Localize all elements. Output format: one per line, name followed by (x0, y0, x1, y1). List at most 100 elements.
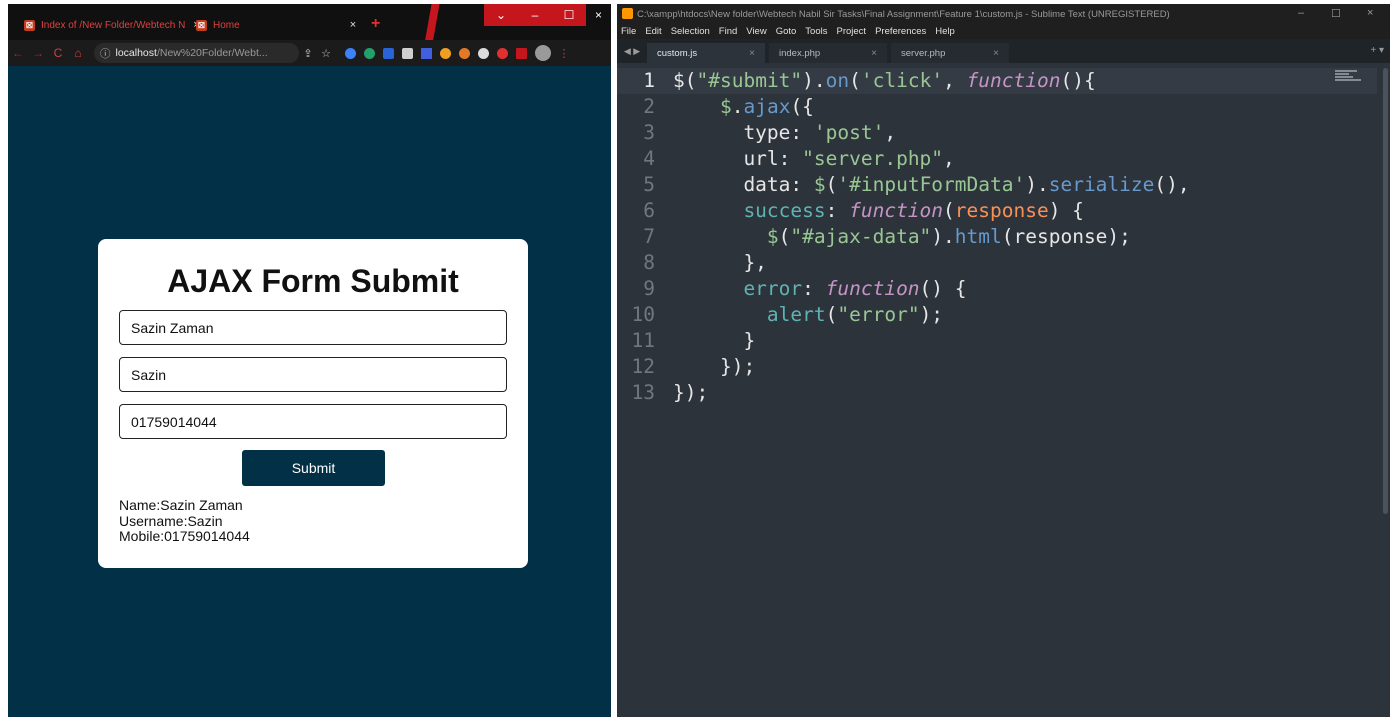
menu-help[interactable]: Help (935, 26, 955, 37)
minimize-button[interactable]: – (518, 4, 552, 26)
code-line[interactable]: 4 url: "server.php", (617, 146, 1377, 172)
address-path: /New%20Folder/Webt... (156, 47, 268, 59)
code-token: ) { (1048, 199, 1084, 222)
tab-index-php[interactable]: index.php × (769, 43, 887, 63)
code-text: }); (655, 354, 755, 380)
code-token: data (673, 173, 791, 196)
code-token: }); (673, 355, 756, 378)
avatar[interactable] (535, 45, 551, 61)
tab-label: custom.js (657, 47, 698, 59)
extension-icon[interactable] (402, 47, 413, 59)
code-token: $ (766, 225, 779, 248)
code-line[interactable]: 7 $("#ajax-data").html(response); (617, 224, 1377, 250)
mobile-field[interactable] (119, 404, 507, 439)
tab-label: index.php (779, 47, 821, 59)
code-line[interactable]: 9 error: function() { (617, 276, 1377, 302)
code-token: $ (813, 173, 826, 196)
extension-icon[interactable] (383, 47, 394, 59)
menu-find[interactable]: Find (719, 26, 737, 37)
code-token: $ (719, 95, 732, 118)
menu-tools[interactable]: Tools (805, 26, 827, 37)
tab-close-icon[interactable]: × (350, 19, 356, 31)
tab-close-icon[interactable]: × (871, 48, 877, 59)
home-button[interactable]: ⌂ (68, 46, 88, 60)
code-token: ). (802, 69, 826, 92)
tab-home[interactable]: ☒ Home × (196, 14, 356, 36)
site-info-icon[interactable]: ⓘ (100, 46, 111, 61)
code-line[interactable]: 12 }); (617, 354, 1377, 380)
code-text: url: "server.php", (655, 146, 954, 172)
tab-search-button[interactable]: ⌄ (484, 4, 518, 26)
extension-icon[interactable] (478, 47, 489, 59)
share-icon[interactable]: ⇪ (299, 47, 317, 60)
minimap[interactable] (1335, 70, 1363, 86)
editor-close-button[interactable]: × (1367, 7, 1373, 19)
xampp-favicon-icon: ☒ (24, 19, 35, 31)
address-host: localhost (115, 47, 157, 59)
tab-custom-js[interactable]: custom.js × (647, 43, 765, 63)
code-line[interactable]: 6 success: function(response) { (617, 198, 1377, 224)
extension-icon[interactable] (364, 47, 375, 59)
code-line[interactable]: 8 }, (617, 250, 1377, 276)
code-line[interactable]: 1 $("#submit").on('click', function(){ (617, 68, 1377, 94)
code-text: data: $('#inputFormData').serialize(), (655, 172, 1190, 198)
back-button[interactable]: ← (8, 46, 28, 60)
code-token: ( (849, 69, 861, 92)
extension-icon[interactable] (440, 47, 451, 59)
menu-preferences[interactable]: Preferences (875, 26, 926, 37)
menu-view[interactable]: View (746, 26, 766, 37)
bookmark-star-icon[interactable]: ☆ (317, 47, 335, 60)
maximize-button[interactable]: ☐ (552, 4, 586, 26)
tab-server-php[interactable]: server.php × (891, 43, 1009, 63)
code-token: ). (931, 225, 955, 248)
menu-goto[interactable]: Goto (776, 26, 797, 37)
line-number: 5 (643, 173, 655, 196)
extension-icon[interactable] (421, 47, 432, 59)
menu-project[interactable]: Project (836, 26, 866, 37)
name-field[interactable] (119, 310, 507, 345)
extension-icon[interactable] (497, 47, 508, 59)
tab-close-icon[interactable]: × (993, 48, 999, 59)
code-line[interactable]: 3 type: 'post', (617, 120, 1377, 146)
code-token: (), (1154, 173, 1190, 196)
vertical-scrollbar[interactable] (1383, 68, 1388, 514)
extension-icon[interactable] (345, 47, 356, 59)
code-line[interactable]: 5 data: $('#inputFormData').serialize(), (617, 172, 1377, 198)
line-number: 2 (643, 95, 655, 118)
code-token: html (954, 225, 1002, 248)
code-text: type: 'post', (655, 120, 896, 146)
editor-minimize-button[interactable]: – (1298, 7, 1304, 19)
line-number: 6 (643, 199, 655, 222)
menu-edit[interactable]: Edit (645, 26, 661, 37)
address-bar[interactable]: ⓘ localhost /New%20Folder/Webt... (94, 43, 299, 63)
sublime-text-window: C:\xampp\htdocs\New folder\Webtech Nabil… (617, 4, 1390, 717)
code-token: function (825, 277, 920, 300)
sidebar-icon[interactable] (516, 47, 527, 59)
reload-button[interactable]: C (48, 46, 68, 60)
forward-button[interactable]: → (28, 46, 48, 60)
new-tab-button[interactable]: + (371, 15, 380, 33)
tab-scroll-arrows-icon[interactable]: ◀ ▶ (617, 39, 647, 63)
tab-title: Index of /New Folder/Webtech N (41, 19, 186, 31)
tab-menu-icon[interactable]: + ▾ (1370, 45, 1384, 56)
username-field[interactable] (119, 357, 507, 392)
tab-close-icon[interactable]: × (749, 48, 755, 59)
code-line[interactable]: 2 $.ajax({ (617, 94, 1377, 120)
close-window-button[interactable]: × (586, 4, 611, 26)
code-token: serialize (1048, 173, 1155, 196)
browser-menu-icon[interactable]: ⋮ (555, 47, 573, 60)
code-line[interactable]: 13}); (617, 380, 1377, 406)
tab-title: Home (213, 19, 240, 31)
editor-maximize-button[interactable]: ☐ (1331, 7, 1341, 20)
submit-button[interactable]: Submit (242, 450, 385, 486)
code-area[interactable]: 1 $("#submit").on('click', function(){2 $… (617, 68, 1377, 708)
line-number: 10 (631, 303, 655, 326)
code-line[interactable]: 10 alert("error"); (617, 302, 1377, 328)
extension-icon[interactable] (459, 47, 470, 59)
code-text: } (655, 328, 755, 354)
menu-selection[interactable]: Selection (671, 26, 710, 37)
menu-file[interactable]: File (621, 26, 636, 37)
code-line[interactable]: 11 } (617, 328, 1377, 354)
tab-index-of[interactable]: ☒ Index of /New Folder/Webtech N × (24, 14, 200, 36)
